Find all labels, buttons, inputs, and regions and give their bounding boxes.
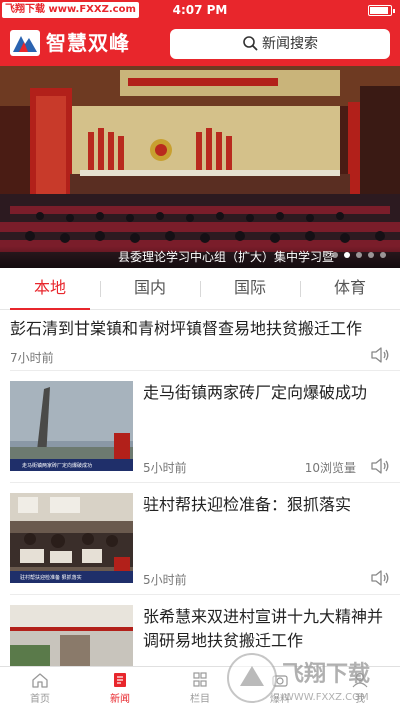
news-item[interactable]: 驻村帮扶迎检准备 狠抓落实 驻村帮扶迎检准备：狠抓落实 5小时前 (0, 483, 400, 595)
carousel-dots[interactable] (332, 252, 386, 258)
carousel-dot[interactable] (344, 252, 350, 258)
news-title: 彭石清到甘棠镇和青树坪镇督查易地扶贫搬迁工作 (10, 319, 363, 338)
tab-sports[interactable]: 体育 (300, 268, 400, 309)
nav-columns-label: 栏目 (190, 694, 210, 705)
news-item[interactable]: 彭石清到甘棠镇和青树坪镇督查易地扶贫搬迁工作 7小时前 (0, 311, 400, 371)
watermark-brand: 飞翔下载 (282, 661, 370, 687)
news-title: 驻村帮扶迎检准备：狠抓落实 (143, 495, 352, 514)
nav-home[interactable]: 首页 (0, 667, 80, 710)
thumb-caption: 走马街镇两家砖厂定向爆破成功 (22, 462, 92, 469)
tab-domestic[interactable]: 国内 (100, 268, 200, 309)
search-box[interactable]: 新闻搜索 (170, 29, 390, 59)
category-tabs: 本地 国内 国际 体育 (0, 268, 400, 310)
status-time: 4:07 PM (172, 3, 228, 17)
news-thumbnail: 走马街镇两家砖厂定向爆破成功 (10, 381, 133, 471)
speaker-icon[interactable] (370, 346, 390, 364)
watermark-url: WWW.FXXZ.COM (284, 692, 369, 703)
news-feed[interactable]: 彭石清到甘棠镇和青树坪镇督查易地扶贫搬迁工作 7小时前 走马街镇两家砖厂定向爆破… (0, 311, 400, 666)
speaker-icon[interactable] (370, 457, 390, 475)
news-time: 7小时前 (10, 351, 54, 365)
news-time: 5小时前 (143, 461, 187, 475)
news-thumbnail: 驻村帮扶迎检准备 狠抓落实 (10, 493, 133, 583)
banner-carousel[interactable]: 县委理论学习中心组（扩大）集中学习暨 (0, 66, 400, 268)
home-icon (32, 673, 48, 688)
app-header: 智慧双峰 新闻搜索 (0, 20, 400, 66)
news-views: 10浏览量 (304, 461, 356, 475)
nav-home-label: 首页 (30, 694, 50, 705)
news-title: 走马街镇两家砖厂定向爆破成功 (143, 383, 368, 402)
banner-image (0, 66, 400, 268)
news-title: 张希慧来双进村宣讲十九大精神并调研易地扶贫搬迁工作 (143, 607, 384, 650)
watermark-logo: 飞翔下载 WWW.FXXZ.COM (227, 653, 370, 703)
news-thumbnail (10, 605, 133, 666)
carousel-dot[interactable] (356, 252, 362, 258)
carousel-dot[interactable] (380, 252, 386, 258)
speaker-icon[interactable] (370, 569, 390, 587)
news-icon (114, 673, 126, 687)
search-icon (243, 35, 258, 50)
app-title: 智慧双峰 (46, 31, 130, 55)
grid-icon (193, 672, 207, 687)
app-logo (10, 30, 40, 56)
thumb-caption: 驻村帮扶迎检准备 狠抓落实 (20, 574, 82, 581)
nav-news[interactable]: 新闻 (80, 667, 160, 710)
carousel-dot[interactable] (368, 252, 374, 258)
news-time: 5小时前 (143, 573, 187, 587)
search-placeholder: 新闻搜索 (262, 36, 318, 52)
tab-local[interactable]: 本地 (0, 268, 100, 310)
status-bar: 飞翔下载 www.FXXZ.com 4:07 PM (0, 0, 400, 20)
nav-news-label: 新闻 (110, 694, 130, 705)
battery-icon (368, 5, 395, 16)
tab-international[interactable]: 国际 (200, 268, 300, 309)
carousel-dot[interactable] (332, 252, 338, 258)
news-item[interactable]: 走马街镇两家砖厂定向爆破成功 走马街镇两家砖厂定向爆破成功 5小时前 10浏览量 (0, 371, 400, 483)
